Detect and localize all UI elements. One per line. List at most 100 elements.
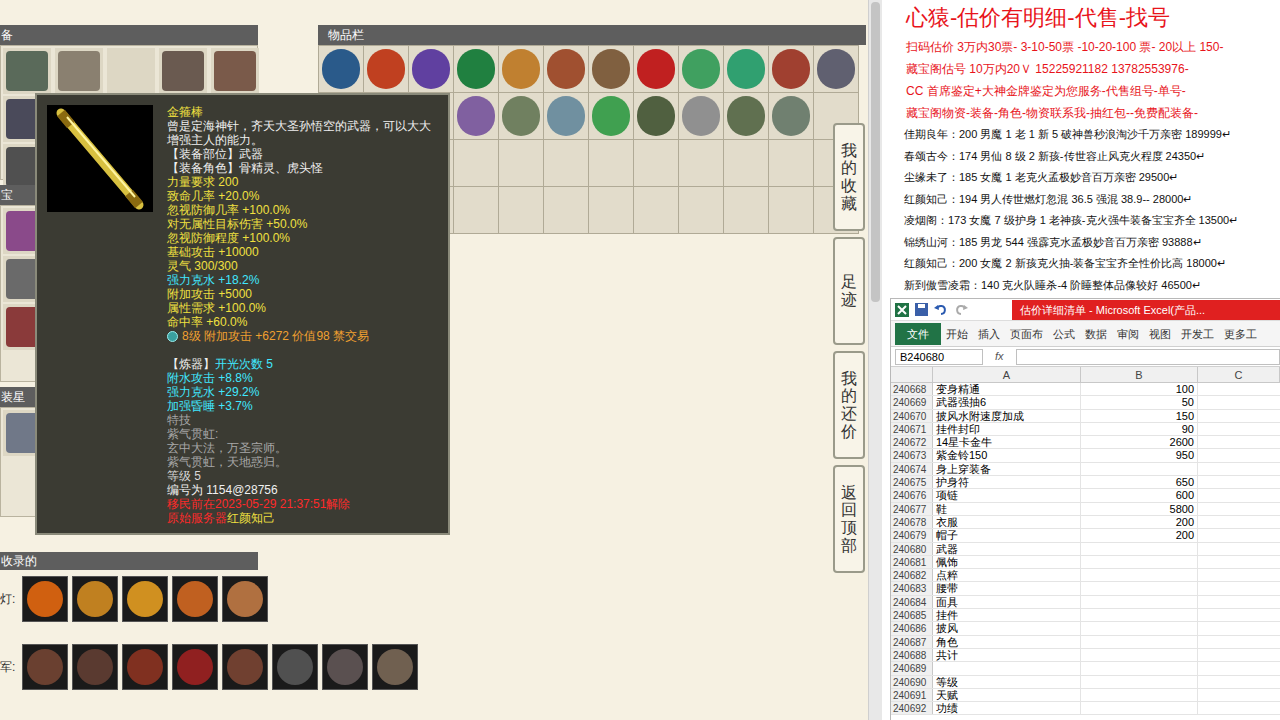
item-slot[interactable] [769, 93, 814, 140]
cell[interactable]: 披风水附速度加成 [933, 410, 1081, 422]
collection-icon[interactable] [122, 576, 168, 622]
collection-icon[interactable] [22, 576, 68, 622]
cell[interactable] [1081, 689, 1198, 701]
cell[interactable]: 点粹 [933, 569, 1081, 581]
collection-icon[interactable] [72, 644, 118, 690]
ribbon-tab[interactable]: 审阅 [1112, 323, 1144, 345]
item-slot[interactable] [364, 46, 409, 93]
cell[interactable]: 变身精通 [933, 383, 1081, 395]
cell[interactable] [1198, 489, 1280, 501]
collection-icon[interactable] [222, 576, 268, 622]
cell[interactable] [1198, 676, 1280, 688]
ribbon-tab[interactable]: 开发工 [1176, 323, 1219, 345]
item-slot[interactable] [634, 140, 679, 187]
item-slot[interactable] [634, 93, 679, 140]
item-slot[interactable] [499, 93, 544, 140]
item-slot[interactable] [454, 140, 499, 187]
row-number[interactable]: 240670 [891, 410, 933, 422]
item-slot[interactable] [769, 140, 814, 187]
item-slot[interactable] [499, 187, 544, 234]
cell[interactable] [1198, 609, 1280, 621]
scrollbar-thumb[interactable] [871, 2, 880, 302]
item-slot[interactable] [544, 93, 589, 140]
cell[interactable] [1198, 463, 1280, 475]
cell[interactable] [1198, 423, 1280, 435]
item-slot[interactable] [544, 46, 589, 93]
ribbon-tab[interactable]: 更多工 [1219, 323, 1262, 345]
cell[interactable]: 650 [1081, 476, 1198, 488]
row-number[interactable]: 240685 [891, 609, 933, 621]
ribbon-tab[interactable]: 插入 [973, 323, 1005, 345]
cell[interactable] [1198, 702, 1280, 714]
cell[interactable] [1198, 636, 1280, 648]
collection-icon[interactable] [72, 576, 118, 622]
row-number[interactable]: 240677 [891, 503, 933, 515]
row-number[interactable]: 240691 [891, 689, 933, 701]
cell[interactable] [1198, 649, 1280, 661]
column-header[interactable]: A [933, 367, 1081, 382]
cell[interactable] [1081, 569, 1198, 581]
cell[interactable] [1198, 436, 1280, 448]
cell[interactable] [1081, 543, 1198, 555]
item-slot[interactable] [55, 48, 103, 94]
cell[interactable] [1198, 622, 1280, 634]
ribbon-tab[interactable]: 公式 [1048, 323, 1080, 345]
cell[interactable]: 90 [1081, 423, 1198, 435]
collection-icon[interactable] [222, 644, 268, 690]
cell[interactable]: 项链 [933, 489, 1081, 501]
row-number[interactable]: 240671 [891, 423, 933, 435]
collection-icon[interactable] [172, 576, 218, 622]
cell[interactable] [1081, 582, 1198, 594]
row-number[interactable]: 240679 [891, 529, 933, 541]
item-slot[interactable] [3, 48, 51, 94]
cell[interactable] [1081, 636, 1198, 648]
cell[interactable]: 角色 [933, 636, 1081, 648]
cell[interactable] [1081, 649, 1198, 661]
row-number[interactable]: 240681 [891, 556, 933, 568]
item-slot[interactable] [499, 140, 544, 187]
row-number[interactable]: 240674 [891, 463, 933, 475]
cell[interactable]: 鞋 [933, 503, 1081, 515]
cell[interactable] [1198, 543, 1280, 555]
cell[interactable] [1081, 622, 1198, 634]
item-slot[interactable] [589, 93, 634, 140]
ribbon-tab[interactable]: 开始 [941, 323, 973, 345]
item-slot[interactable] [679, 46, 724, 93]
item-slot[interactable] [724, 140, 769, 187]
row-number[interactable]: 240692 [891, 702, 933, 714]
item-slot[interactable] [159, 48, 207, 94]
row-number[interactable]: 240669 [891, 396, 933, 408]
cell[interactable] [1198, 689, 1280, 701]
name-box[interactable]: B240680 [895, 349, 983, 365]
item-slot[interactable] [769, 46, 814, 93]
cell[interactable]: 紫金铃150 [933, 449, 1081, 461]
cell[interactable]: 5800 [1081, 503, 1198, 515]
collection-icon[interactable] [122, 644, 168, 690]
cell[interactable]: 200 [1081, 529, 1198, 541]
row-number[interactable]: 240684 [891, 596, 933, 608]
item-slot[interactable] [211, 48, 259, 94]
cell[interactable]: 2600 [1081, 436, 1198, 448]
side-tab[interactable]: 我的收藏 [833, 123, 865, 231]
cell[interactable] [1198, 410, 1280, 422]
cell[interactable] [1081, 596, 1198, 608]
ribbon-tab[interactable]: 文件 [895, 323, 941, 345]
column-header[interactable]: C [1198, 367, 1280, 382]
item-slot[interactable] [724, 46, 769, 93]
cell[interactable] [1198, 582, 1280, 594]
cell[interactable] [1198, 596, 1280, 608]
item-slot[interactable] [319, 46, 364, 93]
row-number[interactable]: 240678 [891, 516, 933, 528]
cell[interactable]: 挂件封印 [933, 423, 1081, 435]
row-number[interactable]: 240680 [891, 543, 933, 555]
collection-icon[interactable] [322, 644, 368, 690]
cell[interactable] [1081, 556, 1198, 568]
item-slot[interactable] [499, 46, 544, 93]
cell[interactable] [933, 662, 1081, 674]
collection-icon[interactable] [172, 644, 218, 690]
cell[interactable] [1198, 662, 1280, 674]
cell[interactable] [1198, 529, 1280, 541]
cell[interactable]: 14星卡金牛 [933, 436, 1081, 448]
item-slot[interactable] [769, 187, 814, 234]
fx-button[interactable]: fx [989, 348, 1010, 365]
